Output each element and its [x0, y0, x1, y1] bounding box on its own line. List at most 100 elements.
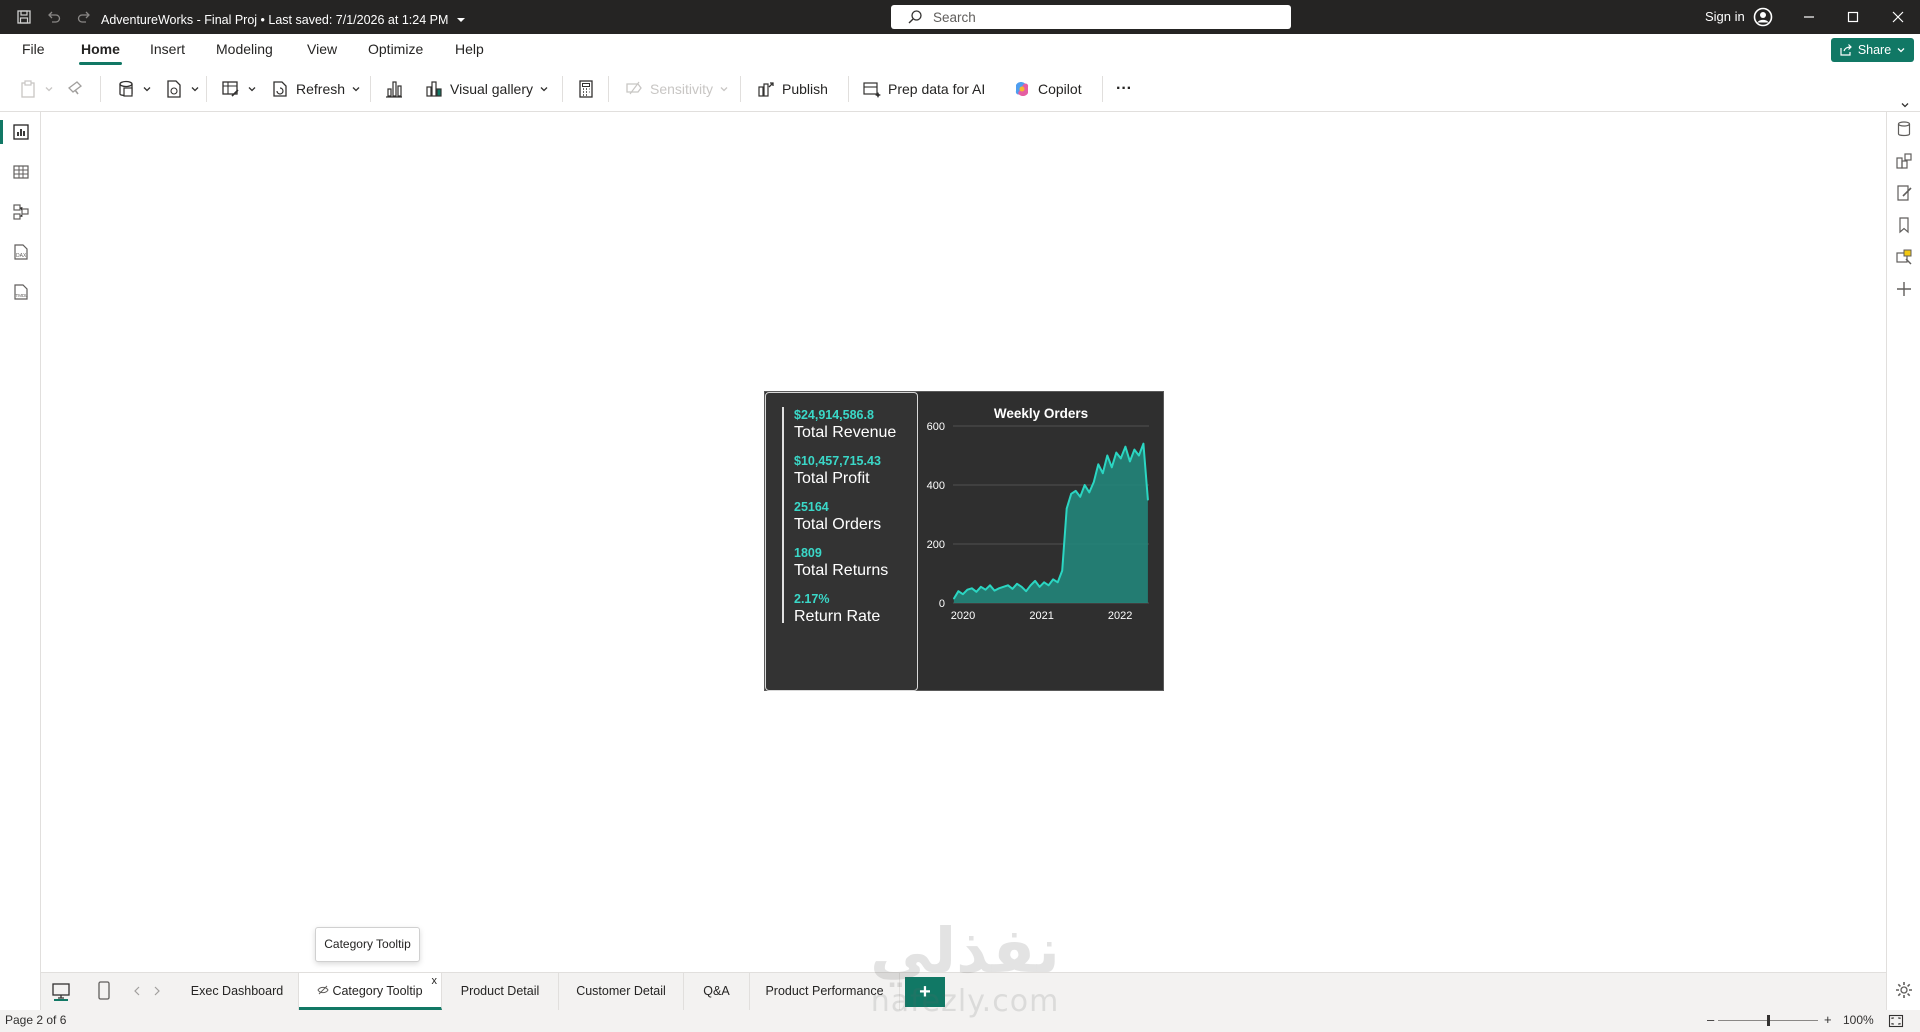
kpi-value: $24,914,586.8	[794, 408, 874, 422]
tab-help[interactable]: Help	[455, 41, 484, 65]
kpi-accent-bar	[782, 407, 784, 623]
zoom-level[interactable]: 100%	[1843, 1013, 1874, 1027]
new-visual-button[interactable]	[384, 76, 404, 102]
data-point	[966, 588, 969, 591]
zoom-out-button[interactable]: –	[1707, 1012, 1714, 1027]
tmdl-view-button[interactable]: TMDL	[0, 274, 41, 310]
redo-icon[interactable]	[66, 0, 102, 34]
data-point	[1129, 460, 1131, 463]
kpi-label: Return Rate	[794, 608, 881, 625]
document-title-text: AdventureWorks - Final Proj • Last saved…	[101, 13, 449, 27]
report-view-icon	[12, 124, 29, 140]
add-pane-button[interactable]	[1887, 274, 1920, 304]
format-pane-button[interactable]	[1887, 178, 1920, 208]
data-point	[962, 593, 964, 595]
page-tab-qa[interactable]: Q&A	[684, 973, 750, 1010]
mobile-layout-button[interactable]	[96, 981, 112, 1004]
search-placeholder: Search	[933, 9, 976, 25]
close-page-icon[interactable]: x	[432, 973, 438, 999]
data-point	[1088, 491, 1091, 494]
tmdl-icon: TMDL	[13, 284, 28, 300]
desktop-layout-button[interactable]	[51, 981, 71, 1004]
data-point	[1025, 590, 1027, 592]
caret-down-icon[interactable]	[456, 16, 466, 24]
search-input[interactable]: Search	[891, 5, 1291, 29]
copilot-button[interactable]: Copilot	[1012, 76, 1082, 102]
data-pane-button[interactable]	[1887, 114, 1920, 144]
prep-data-for-ai-button[interactable]: Prep data for AI	[862, 76, 985, 102]
zoom-slider[interactable]	[1718, 1015, 1818, 1026]
bar-chart-icon	[386, 81, 402, 98]
minimize-button[interactable]	[1787, 0, 1831, 34]
kpi-value: 1809	[794, 546, 822, 560]
report-view-button[interactable]	[0, 114, 41, 150]
data-point	[971, 587, 973, 590]
tab-insert[interactable]: Insert	[150, 41, 185, 65]
dax-query-view-button[interactable]: DAX	[0, 234, 41, 270]
bookmark-icon	[1899, 217, 1909, 234]
data-point	[1106, 454, 1109, 457]
get-data-button[interactable]	[116, 76, 152, 102]
account-avatar-icon[interactable]	[1753, 7, 1773, 27]
table-view-button[interactable]	[0, 154, 41, 190]
sensitivity-button[interactable]: Sensitivity	[624, 76, 729, 102]
transform-data-button[interactable]	[221, 76, 257, 102]
tab-optimize[interactable]: Optimize	[368, 41, 423, 65]
tab-view[interactable]: View	[307, 41, 337, 65]
zoom-in-button[interactable]: +	[1824, 1012, 1832, 1027]
selection-pane-button[interactable]	[1887, 242, 1920, 272]
tab-home[interactable]: Home	[79, 41, 122, 65]
share-button[interactable]: Share	[1831, 38, 1914, 62]
kpi-value: 25164	[794, 500, 829, 514]
model-view-button[interactable]	[0, 194, 41, 230]
visual-gallery-button[interactable]: Visual gallery	[424, 76, 549, 102]
data-point	[1052, 578, 1054, 581]
chevron-down-icon	[540, 87, 548, 92]
fit-to-page-button[interactable]	[1888, 1013, 1904, 1032]
visualizations-pane-button[interactable]	[1887, 146, 1920, 176]
publish-icon	[758, 82, 774, 97]
bookmarks-pane-button[interactable]	[1887, 210, 1920, 240]
maximize-button[interactable]	[1831, 0, 1875, 34]
publish-button[interactable]: Publish	[756, 76, 828, 102]
tooltip-page[interactable]: $24,914,586.8 Total Revenue $10,457,715.…	[764, 391, 1164, 691]
page-tab-customer-detail[interactable]: Customer Detail	[559, 973, 684, 1010]
weekly-orders-chart[interactable]: 0 200 400 600 2020 2021 2022	[917, 420, 1163, 665]
page-tab-product-performance[interactable]: Product Performance	[750, 973, 900, 1010]
page-indicator: Page 2 of 6	[5, 1013, 67, 1027]
chevron-down-icon	[45, 87, 53, 92]
paste-button[interactable]	[18, 76, 54, 102]
zoom-slider-thumb[interactable]	[1766, 1015, 1770, 1026]
tab-file[interactable]: File	[22, 41, 45, 65]
close-window-button[interactable]	[1876, 0, 1920, 34]
sensitivity-icon	[626, 81, 642, 95]
data-point	[1147, 499, 1149, 501]
data-point	[1120, 457, 1122, 460]
add-page-button[interactable]: +	[905, 977, 945, 1007]
data-point	[1002, 586, 1005, 588]
copilot-icon	[1015, 82, 1029, 96]
sensitivity-label: Sensitivity	[650, 81, 714, 97]
kpi-card[interactable]: $24,914,586.8 Total Revenue $10,457,715.…	[765, 392, 918, 691]
sign-in-link[interactable]: Sign in	[1705, 0, 1745, 34]
settings-button[interactable]	[1887, 975, 1920, 1005]
refresh-button[interactable]: Refresh	[270, 76, 361, 102]
data-point	[1074, 490, 1077, 492]
ribbon-tabs: File Home Insert Modeling View Optimize …	[0, 34, 1920, 66]
tab-modeling[interactable]: Modeling	[216, 41, 273, 65]
kpi-label: Total Orders	[794, 516, 882, 533]
page-tab-exec-dashboard[interactable]: Exec Dashboard	[176, 973, 299, 1010]
document-title[interactable]: AdventureWorks - Final Proj • Last saved…	[101, 0, 466, 34]
recent-sources-button[interactable]	[164, 76, 200, 102]
page-tab-category-tooltip[interactable]: Category Tooltip x	[299, 973, 442, 1010]
new-measure-button[interactable]	[576, 76, 596, 102]
chevron-down-icon	[191, 87, 199, 92]
series-area	[953, 443, 1148, 603]
data-point	[989, 584, 991, 587]
scroll-left-button[interactable]	[132, 985, 142, 1000]
format-painter-button[interactable]	[66, 76, 86, 102]
dax-query-icon: DAX	[13, 244, 28, 260]
page-tab-product-detail[interactable]: Product Detail	[442, 973, 559, 1010]
more-options-button[interactable]: ···	[1116, 76, 1132, 102]
scroll-right-button[interactable]	[152, 985, 162, 1000]
